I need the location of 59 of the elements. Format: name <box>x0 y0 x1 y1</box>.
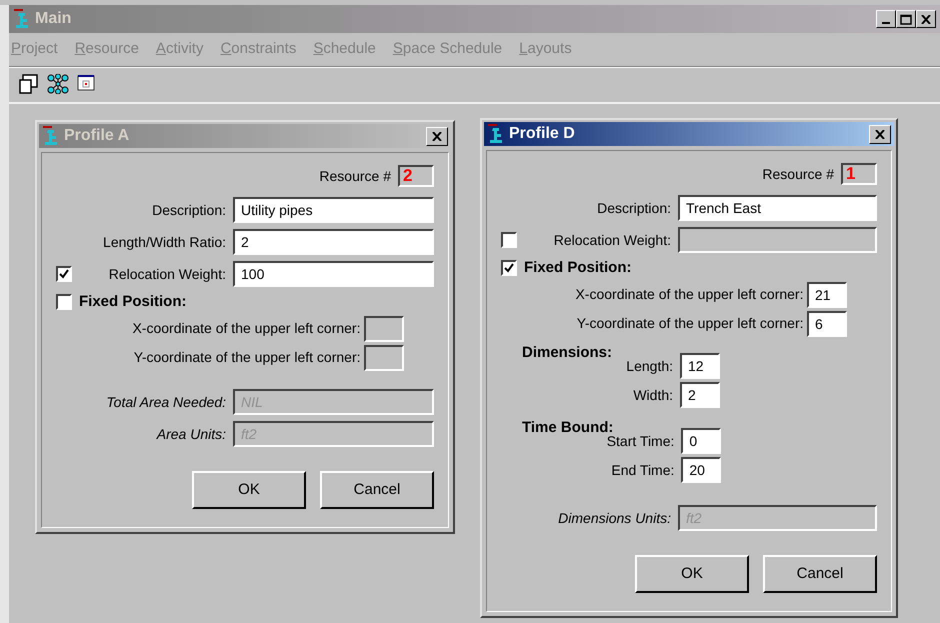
field-label: Dimensions Units: <box>558 508 671 528</box>
checkbox[interactable] <box>56 266 72 282</box>
dialog-title: Profile D <box>509 124 575 144</box>
close-button[interactable] <box>916 10 936 28</box>
maximize-icon <box>900 14 912 24</box>
app-icon <box>487 124 505 144</box>
molecule-icon[interactable] <box>47 74 69 94</box>
number-field[interactable]: 12 <box>680 353 720 379</box>
field-label: Description: <box>597 198 671 218</box>
resource-label: Resource # <box>319 166 391 186</box>
field-label: X-coordinate of the upper left corner: <box>575 285 804 304</box>
field-label: Length: <box>626 358 674 374</box>
number-field[interactable]: 20 <box>681 457 722 483</box>
maximize-button[interactable] <box>896 10 916 28</box>
close-button[interactable] <box>869 124 891 144</box>
app-icon <box>42 126 60 146</box>
dialog-title: Profile A <box>64 126 130 146</box>
checkbox[interactable] <box>501 260 517 276</box>
window-icon[interactable] <box>77 74 95 92</box>
resource-label: Resource # <box>762 164 834 184</box>
field-label: Y-coordinate of the upper left corner: <box>134 348 360 367</box>
field-label: End Time: <box>611 462 674 478</box>
close-icon <box>875 130 885 138</box>
text-field[interactable]: Trench East <box>678 195 877 221</box>
window-title: Main <box>35 9 72 29</box>
minimize-icon <box>882 22 890 24</box>
field-label: Total Area Needed: <box>106 392 226 412</box>
checkbox-label: Fixed Position: <box>524 258 632 278</box>
checkbox[interactable] <box>501 232 517 248</box>
text-field[interactable]: 2 <box>233 229 434 255</box>
number-field[interactable]: 6 <box>807 310 847 336</box>
resource-number: 2 <box>398 165 434 187</box>
number-field[interactable]: 21 <box>807 282 847 308</box>
checkbox-label: Fixed Position: <box>79 292 187 312</box>
app-icon <box>13 9 31 29</box>
windows-icon[interactable] <box>19 74 39 94</box>
text-field[interactable]: 100 <box>233 261 434 287</box>
text-field[interactable]: Utility pipes <box>233 197 434 223</box>
field-label: Width: <box>633 386 674 402</box>
number-field[interactable]: 0 <box>681 428 722 454</box>
dialog-button[interactable]: OK <box>192 471 306 509</box>
dialog-button[interactable]: Cancel <box>320 471 434 509</box>
field-label: X-coordinate of the upper left corner: <box>132 319 360 338</box>
number-field[interactable]: 2 <box>680 382 720 408</box>
dialog-button[interactable]: OK <box>635 555 749 593</box>
field-label: Area Units: <box>156 424 226 444</box>
minimize-button[interactable] <box>876 10 896 28</box>
close-icon <box>921 14 931 24</box>
dialog-button[interactable]: Cancel <box>763 555 877 593</box>
field-label: Y-coordinate of the upper left corner: <box>576 314 804 333</box>
field-label: Description: <box>152 200 226 220</box>
section-heading: Dimensions: <box>521 342 612 362</box>
close-icon <box>432 132 442 140</box>
checkbox[interactable] <box>56 294 72 310</box>
checkbox-label: Relocation Weight: <box>108 264 226 284</box>
checkbox-label: Relocation Weight: <box>554 230 671 250</box>
field-label: Length/Width Ratio: <box>103 232 226 252</box>
resource-number: 1 <box>841 163 877 185</box>
close-button[interactable] <box>426 126 448 146</box>
